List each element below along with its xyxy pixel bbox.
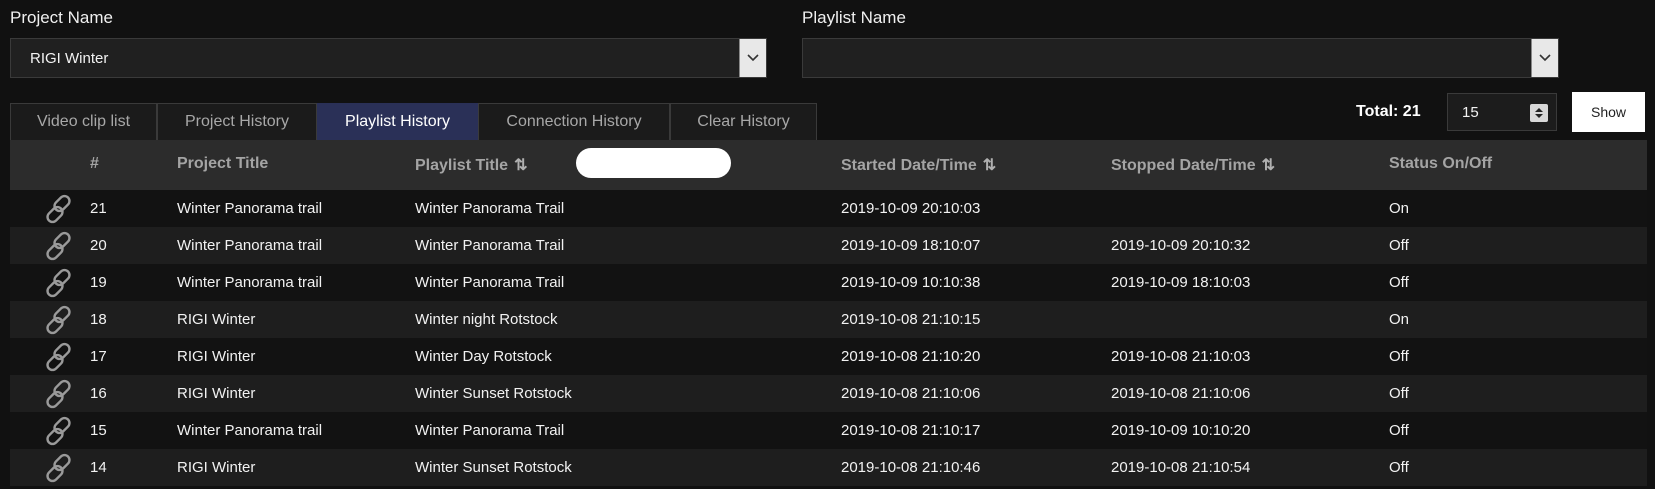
cell-project-title: Winter Panorama trail [177, 237, 323, 254]
table-row[interactable]: 16 RIGI Winter Winter Sunset Rotstock 2019-… [10, 375, 1647, 412]
table-header: # Project Title Playlist Title ⇅ Started … [10, 140, 1647, 190]
cell-project-title: Winter Panorama trail [177, 200, 323, 217]
project-name-label: Project Name [10, 8, 113, 27]
link-icon[interactable] [42, 451, 76, 485]
table-row[interactable]: 20 Winter Panorama trail Winter Panorama T… [10, 227, 1647, 264]
cell-status: Off [1389, 274, 1409, 291]
playlist-history-table: # Project Title Playlist Title ⇅ Started … [10, 140, 1647, 486]
link-icon[interactable] [42, 340, 76, 374]
link-icon[interactable] [42, 229, 76, 263]
playlist-select[interactable] [802, 38, 1559, 78]
page-size-stepper[interactable]: 15 [1447, 93, 1557, 131]
show-button[interactable]: Show [1572, 92, 1645, 132]
history-tabs: Video clip list Project History Playlist… [10, 103, 817, 140]
table-body: 21 Winter Panorama trail Winter Panorama T… [10, 190, 1647, 486]
header-playlist-title[interactable]: Playlist Title ⇅ [415, 155, 527, 175]
spinner-arrows-icon[interactable] [1530, 104, 1548, 122]
cell-playlist-title: Winter Sunset Rotstock [415, 459, 572, 476]
cell-started: 2019-10-08 21:10:15 [841, 311, 981, 328]
cell-status: Off [1389, 385, 1409, 402]
tab-project-history[interactable]: Project History [157, 103, 317, 140]
link-icon[interactable] [42, 266, 76, 300]
table-row[interactable]: 17 RIGI Winter Winter Day Rotstock 2019-10-… [10, 338, 1647, 375]
sort-icon[interactable]: ⇅ [514, 157, 527, 174]
header-project-title: Project Title [177, 155, 269, 172]
cell-project-title: RIGI Winter [177, 348, 256, 365]
cell-status: Off [1389, 237, 1409, 254]
cell-started: 2019-10-08 21:10:20 [841, 348, 981, 365]
sort-icon[interactable]: ⇅ [1262, 157, 1275, 174]
cell-project-title: RIGI Winter [177, 459, 256, 476]
cell-num: 19 [90, 274, 107, 291]
project-select-value: RIGI Winter [30, 50, 109, 67]
cell-num: 15 [90, 422, 107, 439]
total-count: Total: 21 [1356, 103, 1421, 120]
cell-started: 2019-10-09 20:10:03 [841, 200, 981, 217]
cell-playlist-title: Winter Day Rotstock [415, 348, 552, 365]
cell-project-title: Winter Panorama trail [177, 274, 323, 291]
header-stopped[interactable]: Stopped Date/Time ⇅ [1111, 155, 1275, 175]
header-started[interactable]: Started Date/Time ⇅ [841, 155, 996, 175]
cell-num: 16 [90, 385, 107, 402]
cell-status: Off [1389, 459, 1409, 476]
cell-status: Off [1389, 422, 1409, 439]
cell-status: Off [1389, 348, 1409, 365]
cell-stopped: 2019-10-09 18:10:03 [1111, 274, 1251, 291]
sort-icon[interactable]: ⇅ [983, 157, 996, 174]
link-icon[interactable] [42, 377, 76, 411]
cell-started: 2019-10-09 18:10:07 [841, 237, 981, 254]
tab-connection-history[interactable]: Connection History [478, 103, 670, 140]
tab-video-clip-list[interactable]: Video clip list [10, 103, 157, 140]
tab-clear-history[interactable]: Clear History [670, 103, 817, 140]
table-row[interactable]: 21 Winter Panorama trail Winter Panorama T… [10, 190, 1647, 227]
cell-started: 2019-10-08 21:10:46 [841, 459, 981, 476]
cell-project-title: RIGI Winter [177, 311, 256, 328]
cell-num: 18 [90, 311, 107, 328]
cell-num: 21 [90, 200, 107, 217]
cell-project-title: Winter Panorama trail [177, 422, 323, 439]
cell-stopped: 2019-10-09 10:10:20 [1111, 422, 1251, 439]
cell-playlist-title: Winter Panorama Trail [415, 274, 565, 291]
tab-playlist-history[interactable]: Playlist History [317, 103, 478, 140]
table-row[interactable]: 15 Winter Panorama trail Winter Panorama T… [10, 412, 1647, 449]
link-icon[interactable] [42, 414, 76, 448]
cell-stopped: 2019-10-08 21:10:06 [1111, 385, 1251, 402]
cell-stopped: 2019-10-08 21:10:03 [1111, 348, 1251, 365]
playlist-title-filter-input[interactable] [576, 148, 731, 178]
cell-playlist-title: Winter Panorama Trail [415, 422, 565, 439]
header-started-label: Started Date/Time [841, 157, 977, 174]
cell-playlist-title: Winter Sunset Rotstock [415, 385, 572, 402]
table-row[interactable]: 19 Winter Panorama trail Winter Panorama T… [10, 264, 1647, 301]
cell-stopped: 2019-10-08 21:10:54 [1111, 459, 1251, 476]
cell-num: 20 [90, 237, 107, 254]
header-status: Status On/Off [1389, 155, 1493, 172]
cell-num: 17 [90, 348, 107, 365]
cell-status: On [1389, 200, 1410, 217]
cell-stopped: 2019-10-09 20:10:32 [1111, 237, 1251, 254]
cell-started: 2019-10-09 10:10:38 [841, 274, 981, 291]
header-num: # [90, 155, 99, 172]
cell-project-title: RIGI Winter [177, 385, 256, 402]
table-row[interactable]: 18 RIGI Winter Winter night Rotstock 2019-1… [10, 301, 1647, 338]
link-icon[interactable] [42, 192, 76, 226]
page-size-value: 15 [1462, 104, 1479, 121]
header-playlist-title-label: Playlist Title [415, 157, 509, 174]
playlist-name-label: Playlist Name [802, 8, 906, 27]
cell-playlist-title: Winter Panorama Trail [415, 200, 565, 217]
link-icon[interactable] [42, 303, 76, 337]
header-stopped-label: Stopped Date/Time [1111, 157, 1256, 174]
cell-started: 2019-10-08 21:10:17 [841, 422, 981, 439]
cell-playlist-title: Winter night Rotstock [415, 311, 558, 328]
chevron-down-icon[interactable] [739, 39, 766, 77]
project-select[interactable]: RIGI Winter [10, 38, 767, 78]
cell-started: 2019-10-08 21:10:06 [841, 385, 981, 402]
cell-num: 14 [90, 459, 107, 476]
cell-status: On [1389, 311, 1410, 328]
cell-playlist-title: Winter Panorama Trail [415, 237, 565, 254]
chevron-down-icon[interactable] [1531, 39, 1558, 77]
table-row[interactable]: 14 RIGI Winter Winter Sunset Rotstock 2019-… [10, 449, 1647, 486]
